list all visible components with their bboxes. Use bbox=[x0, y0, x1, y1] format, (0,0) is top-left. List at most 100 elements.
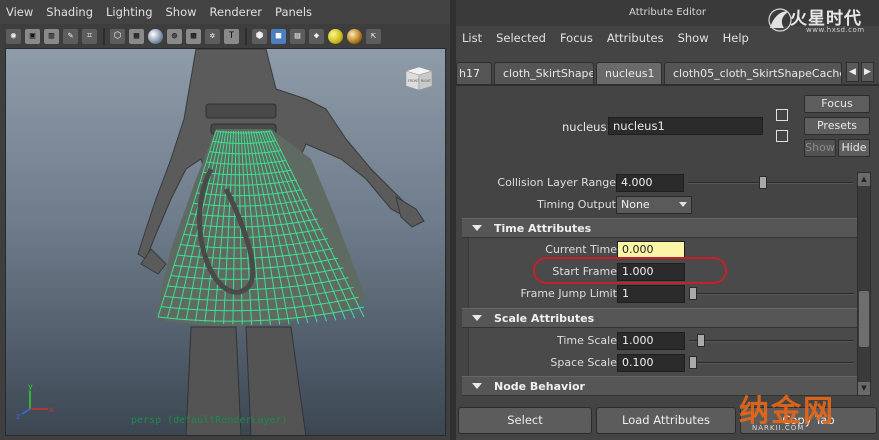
space-scale-slider-handle[interactable] bbox=[689, 356, 697, 369]
chevron-down-icon bbox=[679, 202, 687, 207]
time-scale-slider[interactable] bbox=[689, 340, 854, 342]
frame-jump-limit-label: Frame Jump Limit bbox=[520, 287, 617, 300]
toolbar-separator bbox=[245, 27, 247, 45]
row-start-frame: Start Frame 1.000 bbox=[463, 261, 861, 283]
viewport-panel: View Shading Lighting Show Renderer Pane… bbox=[0, 0, 450, 440]
view-cube-right: RIGHT bbox=[421, 79, 431, 83]
axis-gizmo: y x z bbox=[16, 382, 54, 419]
scroll-down-icon[interactable]: ▼ bbox=[858, 382, 870, 395]
row-frame-jump-limit: Frame Jump Limit 1 bbox=[463, 283, 861, 305]
default-lighting-icon[interactable]: ⬢ bbox=[252, 28, 267, 44]
scroll-up-icon[interactable]: ▲ bbox=[858, 173, 870, 186]
timing-output-dropdown[interactable]: None bbox=[616, 196, 692, 214]
menu-view[interactable]: View bbox=[6, 5, 33, 19]
space-scale-field[interactable]: 0.100 bbox=[617, 354, 685, 372]
tab-cloth-skirtshape[interactable]: cloth_SkirtShape bbox=[494, 62, 594, 84]
multisample-icon[interactable] bbox=[347, 28, 362, 44]
camera-label: persp (defaultRenderLayer) bbox=[131, 415, 288, 426]
menu-panels[interactable]: Panels bbox=[275, 5, 312, 19]
row-timing-output: Timing Output None bbox=[462, 194, 861, 216]
wireframe-icon[interactable]: ⬡ bbox=[110, 28, 125, 44]
ambient-occlusion-icon[interactable]: ■ bbox=[271, 28, 286, 44]
tab-nucleus1[interactable]: nucleus1 bbox=[596, 62, 662, 84]
character-model bbox=[137, 49, 425, 435]
menu-lighting[interactable]: Lighting bbox=[106, 5, 152, 19]
shadows-icon[interactable] bbox=[328, 28, 343, 44]
menu-help[interactable]: Help bbox=[723, 31, 749, 45]
section-time-attributes[interactable]: Time Attributes bbox=[462, 218, 861, 238]
row-current-time: Current Time 0.000 bbox=[463, 239, 861, 261]
tab-scroll-right-icon[interactable]: ▶ bbox=[861, 62, 874, 82]
attribute-scrollbar[interactable]: ▲ ▼ bbox=[857, 172, 871, 396]
start-frame-field[interactable]: 1.000 bbox=[617, 263, 685, 281]
scrollbar-thumb[interactable] bbox=[859, 291, 869, 347]
select-icon[interactable]: ⇱ bbox=[366, 28, 381, 44]
viewport-canvas[interactable]: FRONT RIGHT y x z persp (defaultRenderLa… bbox=[5, 48, 446, 436]
menu-list[interactable]: List bbox=[462, 31, 482, 45]
tab-cloth05-cache[interactable]: cloth05_cloth_SkirtShapeCache1 bbox=[664, 62, 842, 84]
current-time-field[interactable]: 0.000 bbox=[617, 241, 685, 259]
scale-attributes-body: Time Scale 1.000 Space Scale 0.100 bbox=[468, 328, 861, 376]
space-scale-slider[interactable] bbox=[689, 362, 854, 364]
section-collapse-icon bbox=[472, 315, 482, 321]
hide-button[interactable]: Hide bbox=[838, 139, 870, 157]
node-type-label: nucleus: bbox=[562, 120, 611, 134]
menu-show[interactable]: Show bbox=[678, 31, 709, 45]
tab-strip-border bbox=[456, 84, 879, 86]
row-collision-layer-range: Collision Layer Range 4.000 bbox=[462, 172, 861, 194]
hardware-texturing-icon[interactable]: ◆ bbox=[309, 28, 324, 44]
smooth-shade-icon[interactable]: ▦ bbox=[129, 28, 144, 44]
bookmark-icon[interactable]: ▥ bbox=[44, 28, 59, 44]
select-button[interactable]: Select bbox=[458, 407, 592, 434]
frame-jump-limit-slider[interactable] bbox=[689, 293, 854, 295]
tab-h17[interactable]: h17 bbox=[456, 62, 492, 84]
node-tabs: h17 cloth_SkirtShape nucleus1 cloth05_cl… bbox=[456, 60, 879, 84]
xray-icon[interactable]: ▩ bbox=[186, 28, 201, 44]
attribute-scroll-area[interactable]: Collision Layer Range 4.000 Timing Outpu… bbox=[462, 170, 861, 398]
wireframe-on-shaded-icon[interactable]: ◍ bbox=[167, 28, 182, 44]
axis-y-label: y bbox=[28, 382, 33, 391]
time-scale-field[interactable]: 1.000 bbox=[617, 332, 685, 350]
image-plane-icon[interactable]: ✎ bbox=[63, 28, 78, 44]
output-connections-icon[interactable] bbox=[776, 130, 788, 142]
frame-jump-limit-slider-handle[interactable] bbox=[689, 287, 697, 300]
row-time-scale: Time Scale 1.000 bbox=[463, 330, 861, 352]
watermark-subtext: NARKII.COM bbox=[752, 424, 805, 432]
section-scale-attributes-title: Scale Attributes bbox=[494, 312, 595, 325]
collision-layer-range-slider-handle[interactable] bbox=[758, 176, 767, 189]
viewport-menubar: View Shading Lighting Show Renderer Pane… bbox=[0, 0, 450, 24]
section-collapse-icon bbox=[472, 383, 482, 389]
menu-shading[interactable]: Shading bbox=[46, 5, 93, 19]
node-name-field[interactable]: nucleus1 bbox=[608, 117, 763, 135]
ssao-icon[interactable]: ▤ bbox=[290, 28, 305, 44]
view-cube[interactable]: FRONT RIGHT bbox=[404, 65, 434, 91]
menu-attributes[interactable]: Attributes bbox=[607, 31, 664, 45]
menu-selected[interactable]: Selected bbox=[496, 31, 546, 45]
show-button[interactable]: Show bbox=[804, 139, 836, 157]
collision-layer-range-slider[interactable] bbox=[688, 182, 853, 184]
menu-renderer[interactable]: Renderer bbox=[210, 5, 263, 19]
isolate-icon[interactable]: T bbox=[224, 28, 239, 44]
grid-toggle-icon[interactable]: ⌗ bbox=[82, 28, 97, 44]
toolbar-separator bbox=[103, 27, 105, 45]
section-scale-attributes[interactable]: Scale Attributes bbox=[462, 308, 861, 328]
collision-layer-range-field[interactable]: 4.000 bbox=[616, 174, 684, 192]
camera-attributes-icon[interactable]: ▣ bbox=[25, 28, 40, 44]
viewport-toolbar: ◉ ▣ ▥ ✎ ⌗ ⬡ ▦ ◍ ▩ ✲ T ⬢ ■ ▤ ◆ ⇱ bbox=[0, 24, 450, 48]
textured-icon[interactable]: ✲ bbox=[205, 28, 220, 44]
menu-focus[interactable]: Focus bbox=[560, 31, 593, 45]
time-scale-slider-handle[interactable] bbox=[696, 334, 705, 347]
camera-icon[interactable]: ◉ bbox=[6, 28, 21, 44]
frame-jump-limit-field[interactable]: 1 bbox=[617, 285, 685, 303]
menu-show[interactable]: Show bbox=[166, 5, 197, 19]
attribute-editor: Attribute Editor List Selected Focus Att… bbox=[456, 0, 879, 440]
timing-output-value: None bbox=[621, 198, 650, 211]
presets-button[interactable]: Presets bbox=[804, 117, 870, 135]
load-attributes-button[interactable]: Load Attributes bbox=[596, 407, 736, 434]
collision-layer-range-label: Collision Layer Range bbox=[497, 176, 616, 189]
focus-button[interactable]: Focus bbox=[804, 95, 870, 113]
space-scale-label: Space Scale bbox=[550, 356, 617, 369]
tab-scroll-left-icon[interactable]: ◀ bbox=[846, 62, 859, 82]
shaded-icon[interactable] bbox=[148, 28, 163, 44]
input-connections-icon[interactable] bbox=[776, 109, 788, 121]
